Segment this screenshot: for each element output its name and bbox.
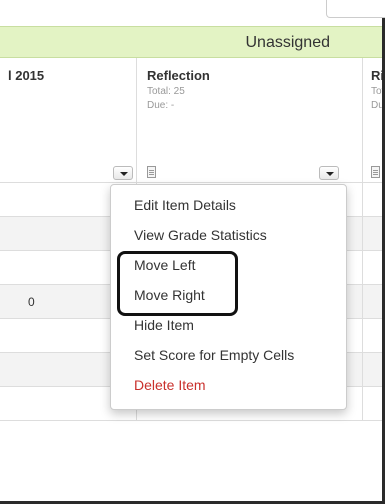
column-due: Due: -	[147, 100, 175, 111]
column-menu-caret-button[interactable]	[113, 166, 133, 180]
menu-item-view-grade-statistics[interactable]: View Grade Statistics	[134, 227, 267, 243]
menu-item-delete-item[interactable]: Delete Item	[134, 377, 206, 393]
category-band: Unassigned	[0, 26, 382, 58]
menu-item-set-score-for-empty-cells[interactable]: Set Score for Empty Cells	[134, 347, 294, 363]
column-title: Reflection	[147, 68, 210, 83]
column-total: Tota	[371, 86, 382, 97]
column-title: Riv	[371, 68, 382, 83]
column-due: Due:	[371, 100, 382, 111]
column-title: l 2015	[8, 68, 45, 83]
grade-value: 0	[28, 295, 35, 309]
row-divider	[0, 420, 382, 421]
toolbar-control[interactable]	[326, 0, 385, 18]
item-details-icon[interactable]	[147, 166, 156, 178]
menu-item-edit-item-details[interactable]: Edit Item Details	[134, 197, 236, 213]
column-header-next[interactable]: Riv Tota Due:	[363, 58, 382, 182]
callout-highlight-box	[117, 251, 238, 316]
column-total: Total: 25	[147, 86, 185, 97]
gradebook-frame: Unassigned l 2015 Reflection Total: 25 D…	[0, 0, 385, 504]
category-band-label: Unassigned	[245, 34, 331, 51]
column-header-prev[interactable]: l 2015	[0, 58, 137, 182]
menu-item-hide-item[interactable]: Hide Item	[134, 317, 194, 333]
toolbar-strip	[0, 0, 385, 22]
column-header-reflection[interactable]: Reflection Total: 25 Due: -	[137, 58, 363, 182]
item-details-icon[interactable]	[371, 166, 380, 178]
column-menu-caret-button[interactable]	[319, 166, 339, 180]
